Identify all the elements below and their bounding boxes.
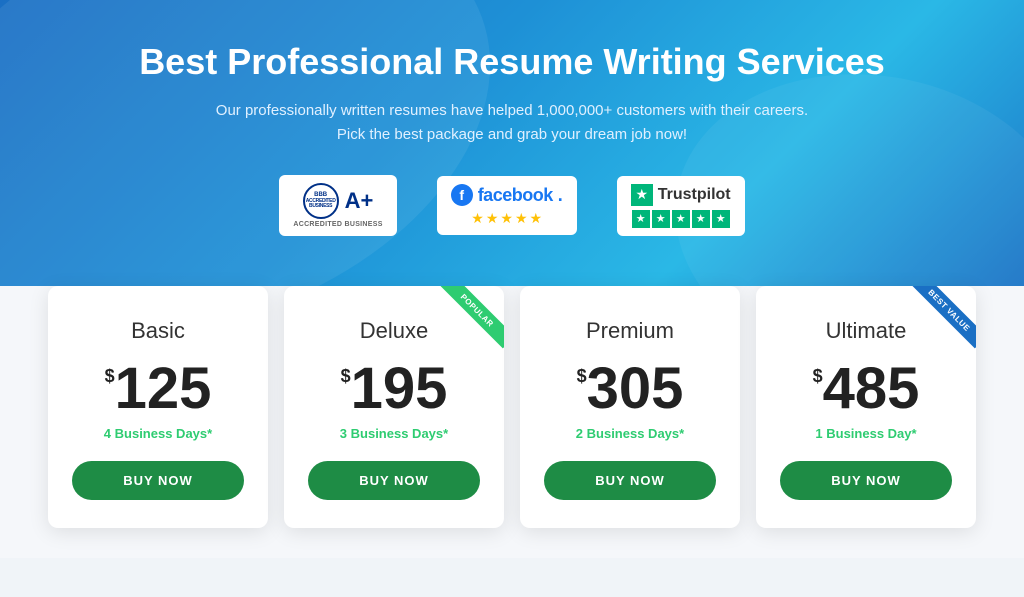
plan-name-basic: Basic (72, 318, 244, 344)
buy-button-ultimate[interactable]: BUY NOW (780, 461, 952, 500)
bbb-badge: BBB ACCREDITED BUSINESS A+ ACCREDITED BU… (279, 175, 396, 236)
plan-name-premium: Premium (544, 318, 716, 344)
hero-section: Best Professional Resume Writing Service… (0, 0, 1024, 316)
facebook-stars: ★ ★ ★ ★ ★ (471, 210, 542, 227)
pricing-card-ultimate: BEST VALUE Ultimate $ 485 1 Business Day… (756, 286, 976, 528)
facebook-label: facebook (478, 185, 553, 206)
pricing-cards: Basic $ 125 4 Business Days* BUY NOW POP… (32, 286, 992, 528)
currency-ultimate: $ (813, 366, 823, 387)
bbb-rating: A+ (345, 188, 374, 214)
price-row-deluxe: $ 195 (308, 360, 480, 418)
pricing-card-premium: Premium $ 305 2 Business Days* BUY NOW (520, 286, 740, 528)
buy-button-deluxe[interactable]: BUY NOW (308, 461, 480, 500)
buy-button-basic[interactable]: BUY NOW (72, 461, 244, 500)
pricing-section: Basic $ 125 4 Business Days* BUY NOW POP… (0, 286, 1024, 558)
delivery-premium: 2 Business Days* (544, 426, 716, 441)
price-deluxe: 195 (351, 360, 448, 418)
buy-button-premium[interactable]: BUY NOW (544, 461, 716, 500)
bbb-icon: BBB ACCREDITED BUSINESS (303, 183, 339, 219)
card-badge-deluxe: POPULAR (424, 286, 504, 366)
price-basic: 125 (115, 360, 212, 418)
delivery-deluxe: 3 Business Days* (308, 426, 480, 441)
price-row-premium: $ 305 (544, 360, 716, 418)
price-row-ultimate: $ 485 (780, 360, 952, 418)
bbb-label: ACCREDITED BUSINESS (293, 221, 382, 228)
price-row-basic: $ 125 (72, 360, 244, 418)
card-badge-ultimate: BEST VALUE (896, 286, 976, 366)
facebook-icon: f (451, 184, 473, 206)
price-ultimate: 485 (823, 360, 920, 418)
currency-premium: $ (577, 366, 587, 387)
trustpilot-icon: ★ (631, 184, 653, 206)
facebook-badge: f facebook. ★ ★ ★ ★ ★ (437, 176, 577, 235)
trustpilot-badge: ★ Trustpilot ★ ★ ★ ★ ★ (617, 176, 745, 236)
currency-deluxe: $ (341, 366, 351, 387)
trustpilot-stars: ★ ★ ★ ★ ★ (632, 210, 730, 228)
trust-badges: BBB ACCREDITED BUSINESS A+ ACCREDITED BU… (20, 175, 1004, 236)
hero-title: Best Professional Resume Writing Service… (20, 40, 1004, 83)
delivery-basic: 4 Business Days* (72, 426, 244, 441)
trustpilot-label: Trustpilot (658, 186, 731, 204)
pricing-card-deluxe: POPULAR Deluxe $ 195 3 Business Days* BU… (284, 286, 504, 528)
price-premium: 305 (587, 360, 684, 418)
hero-subtitle: Our professionally written resumes have … (20, 99, 1004, 147)
delivery-ultimate: 1 Business Day* (780, 426, 952, 441)
pricing-card-basic: Basic $ 125 4 Business Days* BUY NOW (48, 286, 268, 528)
currency-basic: $ (105, 366, 115, 387)
